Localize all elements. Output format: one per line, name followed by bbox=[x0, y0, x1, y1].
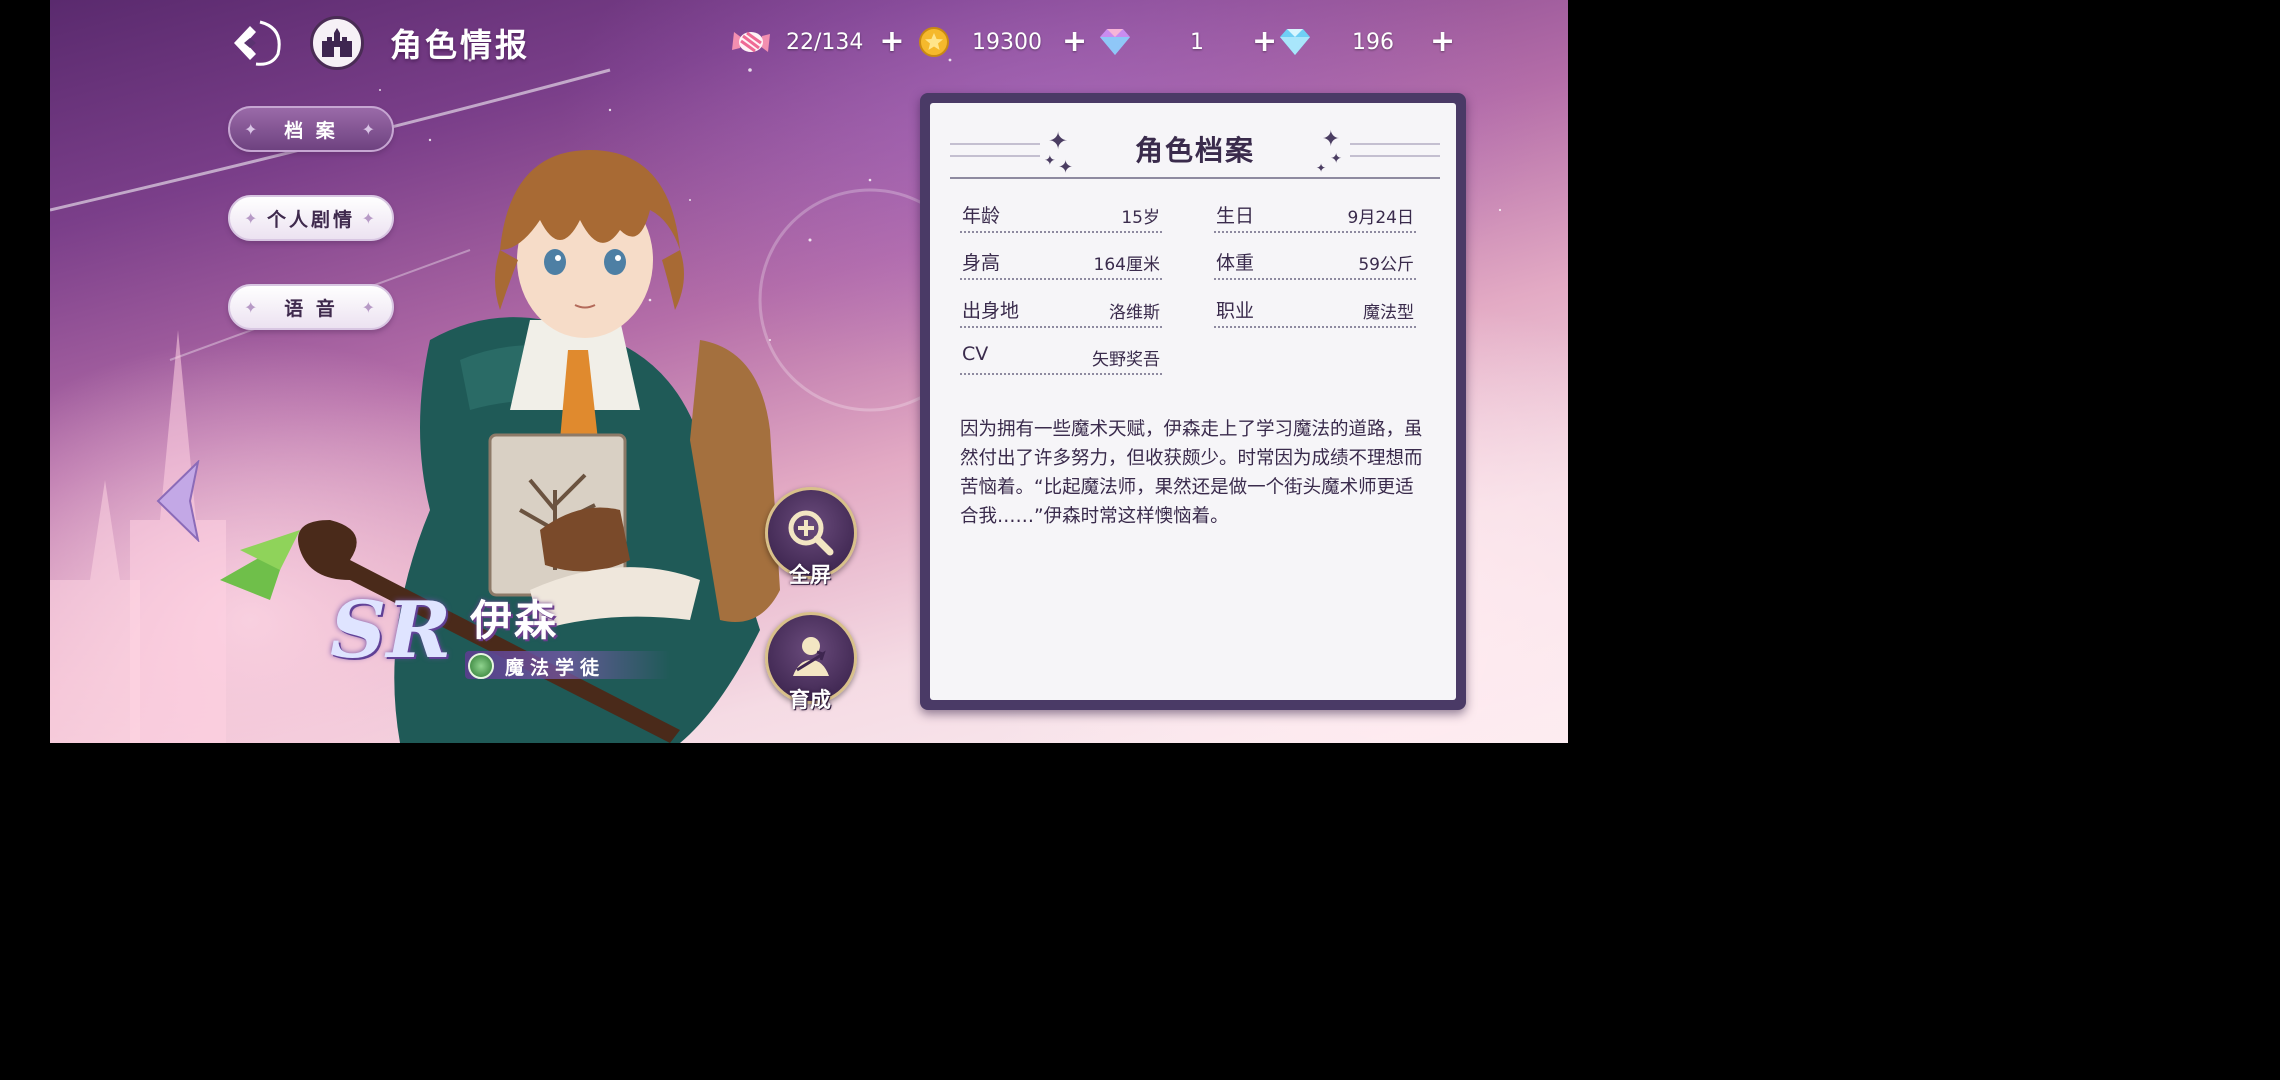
info-key: 体重 bbox=[1216, 252, 1255, 274]
sparkle-icon: ✦ bbox=[244, 208, 261, 228]
info-row-weight: 体重 59公斤 bbox=[1214, 246, 1416, 280]
info-key: 职业 bbox=[1216, 300, 1255, 322]
gold-coin-icon bbox=[919, 27, 949, 57]
info-value: 魔法型 bbox=[1363, 303, 1414, 323]
sparkle-icon: ✦ bbox=[361, 208, 378, 228]
tab-profile[interactable]: ✦ 档 案 ✦ bbox=[228, 106, 394, 152]
info-value: 59公斤 bbox=[1358, 255, 1414, 275]
character-name: 伊森 bbox=[470, 596, 559, 645]
profile-title: 角色档案 bbox=[1134, 134, 1255, 167]
info-value: 洛维斯 bbox=[1109, 303, 1160, 323]
candy-count: 22/134 bbox=[786, 29, 864, 55]
sparkle-icon: ✦ bbox=[361, 297, 378, 317]
resource-rainbow-gem: 1 + bbox=[1098, 22, 1277, 62]
zoom-in-icon bbox=[788, 510, 834, 556]
resource-diamond: 196 + bbox=[1278, 22, 1455, 62]
info-value: 矢野奖吾 bbox=[1092, 350, 1160, 370]
character-nameplate: SR 伊森 魔法学徒 bbox=[330, 585, 710, 715]
level-up-icon bbox=[793, 637, 829, 676]
info-row-height: 身高 164厘米 bbox=[960, 246, 1162, 280]
resource-candy: 22/134 + bbox=[730, 22, 905, 62]
add-rainbow-gem-button[interactable]: + bbox=[1252, 27, 1277, 57]
tab-personal-story[interactable]: ✦ 个人剧情 ✦ bbox=[228, 195, 394, 241]
sparkle-icon: ✦ bbox=[361, 119, 378, 139]
add-diamond-button[interactable]: + bbox=[1430, 27, 1455, 57]
info-row-birthday: 生日 9月24日 bbox=[1214, 199, 1416, 233]
profile-header: ✦ ✦ ✦ ✦ ✦ ✦ 角色档案 bbox=[950, 121, 1440, 181]
back-button[interactable] bbox=[220, 18, 284, 68]
info-key: 出身地 bbox=[962, 300, 1020, 322]
tab-voice-label: 语 音 bbox=[284, 297, 338, 320]
info-value: 164厘米 bbox=[1093, 255, 1160, 275]
info-key: 生日 bbox=[1216, 205, 1255, 227]
rainbow-gem-icon bbox=[1100, 29, 1130, 55]
profile-panel: ✦ ✦ ✦ ✦ ✦ ✦ 角色档案 年龄 15岁 生日 9月24日 身高 164厘… bbox=[920, 93, 1466, 710]
resource-gold: 19300 + bbox=[918, 22, 1087, 62]
castle-icon bbox=[322, 28, 352, 57]
tab-personal-story-label: 个人剧情 bbox=[266, 208, 355, 231]
add-candy-button[interactable]: + bbox=[879, 27, 904, 57]
info-key: 身高 bbox=[962, 252, 1001, 274]
develop-button[interactable]: 育成 bbox=[760, 612, 860, 722]
tab-voice[interactable]: ✦ 语 音 ✦ bbox=[228, 284, 394, 330]
info-row-cv: CV 矢野奖吾 bbox=[960, 341, 1162, 375]
header-rule bbox=[950, 177, 1440, 179]
fullscreen-label: 全屏 bbox=[789, 563, 831, 587]
element-emblem-icon bbox=[468, 653, 494, 679]
character-info-screen: 角色情报 22/134 + 19300 + 1 + 196 + ✦ 档 案 ✦ … bbox=[50, 0, 1568, 743]
sparkle-icon: ✦ bbox=[244, 297, 261, 317]
info-row-class: 职业 魔法型 bbox=[1214, 294, 1416, 328]
tab-profile-label: 档 案 bbox=[284, 119, 338, 142]
home-button[interactable] bbox=[310, 16, 364, 70]
info-row-age: 年龄 15岁 bbox=[960, 199, 1162, 233]
rainbow-gem-count: 1 bbox=[1190, 29, 1204, 55]
info-row-origin: 出身地 洛维斯 bbox=[960, 294, 1162, 328]
profile-panel-body: ✦ ✦ ✦ ✦ ✦ ✦ 角色档案 年龄 15岁 生日 9月24日 身高 164厘… bbox=[930, 103, 1456, 700]
info-key: CV bbox=[962, 343, 989, 365]
previous-character-arrow-icon[interactable] bbox=[154, 460, 202, 542]
develop-label: 育成 bbox=[789, 688, 831, 712]
candy-icon bbox=[732, 31, 770, 53]
info-value: 15岁 bbox=[1121, 208, 1160, 228]
fullscreen-button[interactable]: 全屏 bbox=[760, 487, 860, 597]
page-title: 角色情报 bbox=[390, 26, 531, 64]
character-title: 魔法学徒 bbox=[505, 657, 606, 679]
sparkle-icon: ✦ bbox=[244, 119, 261, 139]
diamond-icon bbox=[1280, 29, 1310, 55]
rarity-badge: SR bbox=[330, 585, 452, 676]
back-arrow-icon bbox=[234, 20, 281, 66]
character-description: 因为拥有一些魔术天赋，伊森走上了学习魔法的道路，虽然付出了许多努力，但收获颇少。… bbox=[960, 419, 1423, 527]
info-value: 9月24日 bbox=[1347, 208, 1414, 228]
info-key: 年龄 bbox=[962, 205, 1001, 227]
add-gold-button[interactable]: + bbox=[1062, 27, 1087, 57]
diamond-count: 196 bbox=[1352, 29, 1394, 55]
gold-count: 19300 bbox=[972, 29, 1042, 55]
